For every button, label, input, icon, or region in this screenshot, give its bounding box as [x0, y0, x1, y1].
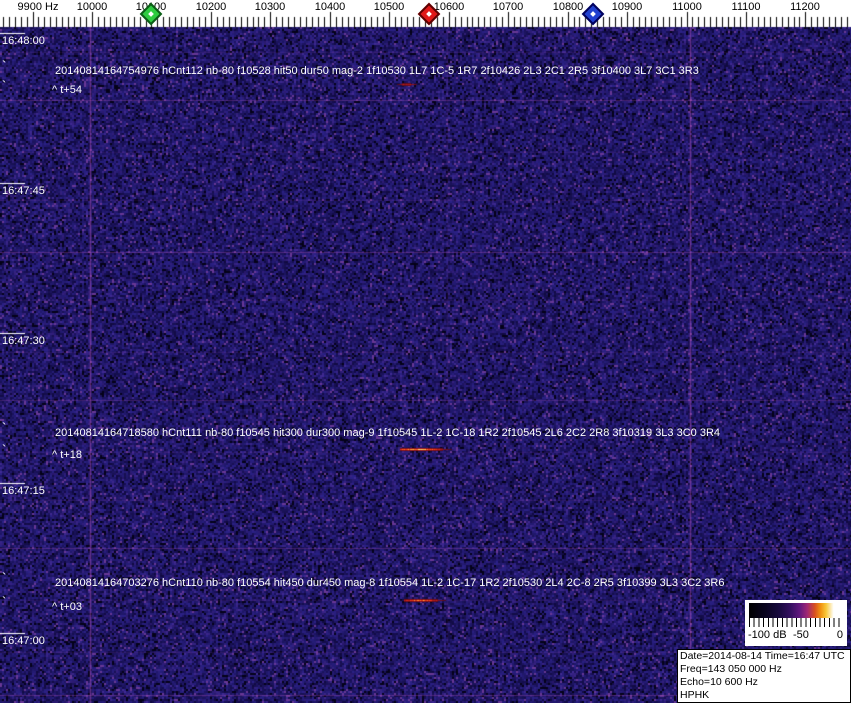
- colorbar-max-label: 0: [836, 629, 843, 641]
- time-label-164745: 16:47:45: [2, 185, 45, 197]
- edge-tick-mark: `: [2, 442, 7, 457]
- freq-label-11100: 11100: [731, 1, 761, 13]
- freq-label-11000: 11000: [672, 1, 702, 13]
- colorbar-labels: -100 dB -50 0: [745, 627, 847, 644]
- edge-tick-mark: `: [2, 570, 7, 585]
- freq-label-10200: 10200: [195, 1, 227, 13]
- edge-tick-mark: `: [2, 78, 7, 93]
- spectrogram-canvas[interactable]: [0, 0, 851, 703]
- colorbar-ruler-ticks: [749, 618, 843, 627]
- detection-time-mark-1: ^ t+54: [52, 84, 82, 96]
- freq-label-10400: 10400: [314, 1, 346, 13]
- time-label-164800: 16:48:00: [2, 35, 45, 47]
- detection-text-3: 20140814164703276 hCnt110 nb-80 f10554 h…: [55, 577, 725, 589]
- time-label-164700: 16:47:00: [2, 635, 45, 647]
- info-line-station: HPHK: [680, 689, 710, 701]
- freq-label-10500: 10500: [373, 1, 405, 13]
- freq-label-10000: 10000: [76, 1, 108, 13]
- time-label-164715: 16:47:15: [2, 485, 45, 497]
- freq-label-11200: 11200: [790, 1, 820, 13]
- spectrogram-app: -100 dB -50 0 Date=2014-08-14 Time=16:47…: [0, 0, 851, 703]
- detection-time-mark-2: ^ t+18: [52, 449, 82, 461]
- detection-time-mark-3: ^ t+03: [52, 601, 82, 613]
- freq-label-10300: 10300: [254, 1, 286, 13]
- detection-text-2: 20140814164718580 hCnt111 nb-80 f10545 h…: [55, 427, 721, 439]
- colorbar-min-label: -100 dB: [748, 629, 787, 641]
- edge-tick-mark: `: [2, 420, 7, 435]
- freq-label-10800: 10800: [552, 1, 584, 13]
- freq-label-10700: 10700: [492, 1, 524, 13]
- detection-text-1: 20140814164754976 hCnt112 nb-80 f10528 h…: [55, 65, 699, 77]
- colorbar-mid-label: -50: [793, 629, 809, 641]
- info-line-echo: Echo=10 600 Hz: [680, 676, 758, 688]
- edge-tick-mark: `: [2, 58, 7, 73]
- time-label-164730: 16:47:30: [2, 335, 45, 347]
- info-line-frequency: Freq=143 050 000 Hz: [680, 663, 782, 675]
- freq-label-9900Hz: 9900 Hz: [17, 1, 59, 13]
- info-box: Date=2014-08-14 Time=16:47 UTC Freq=143 …: [677, 649, 851, 703]
- edge-tick-mark: `: [2, 594, 7, 609]
- info-line-date-time: Date=2014-08-14 Time=16:47 UTC: [680, 650, 845, 662]
- colorbar: -100 dB -50 0: [745, 600, 847, 646]
- colorbar-gradient: [749, 603, 843, 618]
- freq-label-10900: 10900: [611, 1, 643, 13]
